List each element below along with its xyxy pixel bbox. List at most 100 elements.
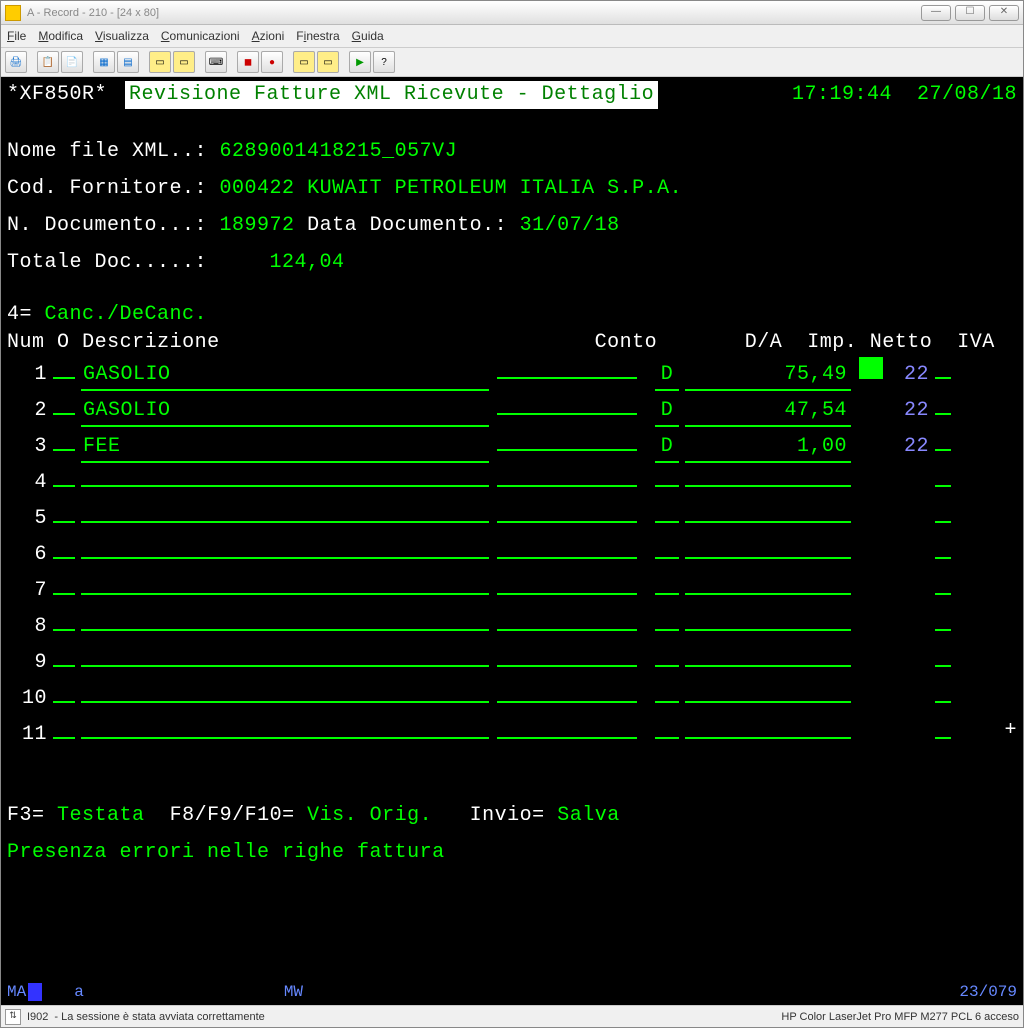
row-c-input[interactable]: [935, 737, 951, 739]
row-iva-box[interactable]: [859, 537, 883, 559]
toolbar-macro2-icon[interactable]: ▭: [317, 51, 339, 73]
row-description-input[interactable]: FEE: [81, 433, 489, 463]
row-conto-input[interactable]: [497, 737, 637, 739]
row-netto-input[interactable]: [685, 485, 851, 487]
toolbar-color-icon[interactable]: ▭: [173, 51, 195, 73]
toolbar-help-icon[interactable]: ?: [373, 51, 395, 73]
row-option-input[interactable]: [53, 593, 75, 595]
row-iva-box[interactable]: [859, 645, 883, 667]
row-description-input[interactable]: [81, 701, 489, 703]
row-conto-input[interactable]: [497, 665, 637, 667]
row-conto-input[interactable]: [497, 593, 637, 595]
maximize-button[interactable]: ☐: [955, 5, 985, 21]
row-description-input[interactable]: [81, 521, 489, 523]
row-c-input[interactable]: [935, 485, 951, 487]
row-netto-input[interactable]: 47,54: [685, 397, 851, 427]
row-c-input[interactable]: [935, 557, 951, 559]
toolbar-display-icon[interactable]: ▭: [149, 51, 171, 73]
row-conto-input[interactable]: [497, 413, 637, 415]
row-da-input[interactable]: [655, 701, 679, 703]
row-c-input[interactable]: [935, 629, 951, 631]
row-iva-box[interactable]: [859, 501, 883, 523]
row-c-input[interactable]: [935, 413, 951, 415]
row-da-input[interactable]: [655, 665, 679, 667]
row-iva-box[interactable]: [859, 393, 883, 415]
menu-finestra[interactable]: Finestra: [296, 29, 339, 43]
row-iva-box[interactable]: [859, 609, 883, 631]
row-da-input[interactable]: D: [655, 397, 679, 427]
menu-guida[interactable]: Guida: [352, 29, 384, 43]
row-da-input[interactable]: [655, 485, 679, 487]
row-netto-input[interactable]: [685, 737, 851, 739]
row-description-input[interactable]: GASOLIO: [81, 361, 489, 391]
row-iva-box[interactable]: [859, 429, 883, 451]
row-da-input[interactable]: [655, 629, 679, 631]
row-option-input[interactable]: [53, 557, 75, 559]
row-description-input[interactable]: [81, 593, 489, 595]
row-conto-input[interactable]: [497, 449, 637, 451]
menu-comunicazioni[interactable]: Comunicazioni: [161, 29, 240, 43]
row-da-input[interactable]: [655, 521, 679, 523]
row-conto-input[interactable]: [497, 521, 637, 523]
row-option-input[interactable]: [53, 485, 75, 487]
row-c-input[interactable]: [935, 665, 951, 667]
row-netto-input[interactable]: [685, 593, 851, 595]
row-description-input[interactable]: [81, 665, 489, 667]
toolbar-macro1-icon[interactable]: ▭: [293, 51, 315, 73]
row-iva-box[interactable]: [859, 573, 883, 595]
row-netto-input[interactable]: 75,49: [685, 361, 851, 391]
menu-modifica[interactable]: Modifica: [38, 29, 83, 43]
row-da-input[interactable]: D: [655, 361, 679, 391]
row-option-input[interactable]: [53, 737, 75, 739]
row-netto-input[interactable]: [685, 521, 851, 523]
toolbar-paste-icon[interactable]: 📄: [61, 51, 83, 73]
row-option-input[interactable]: [53, 377, 75, 379]
row-da-input[interactable]: [655, 737, 679, 739]
row-option-input[interactable]: [53, 665, 75, 667]
row-option-input[interactable]: [53, 449, 75, 451]
row-netto-input[interactable]: 1,00: [685, 433, 851, 463]
row-conto-input[interactable]: [497, 557, 637, 559]
toolbar-record-icon[interactable]: ●: [261, 51, 283, 73]
toolbar-copy-icon[interactable]: 📋: [37, 51, 59, 73]
row-description-input[interactable]: GASOLIO: [81, 397, 489, 427]
row-option-input[interactable]: [53, 629, 75, 631]
close-button[interactable]: ✕: [989, 5, 1019, 21]
row-iva-box[interactable]: [859, 717, 883, 739]
row-c-input[interactable]: [935, 449, 951, 451]
row-conto-input[interactable]: [497, 485, 637, 487]
minimize-button[interactable]: —: [921, 5, 951, 21]
row-conto-input[interactable]: [497, 377, 637, 379]
row-c-input[interactable]: [935, 593, 951, 595]
row-da-input[interactable]: D: [655, 433, 679, 463]
toolbar-remap-icon[interactable]: ⌨: [205, 51, 227, 73]
toolbar-play-icon[interactable]: ▶: [349, 51, 371, 73]
row-netto-input[interactable]: [685, 557, 851, 559]
row-netto-input[interactable]: [685, 665, 851, 667]
row-iva-box[interactable]: [859, 465, 883, 487]
toolbar-print-icon[interactable]: 🖨: [5, 51, 27, 73]
row-option-input[interactable]: [53, 701, 75, 703]
row-option-input[interactable]: [53, 413, 75, 415]
toolbar-receive-icon[interactable]: ▤: [117, 51, 139, 73]
row-conto-input[interactable]: [497, 701, 637, 703]
row-da-input[interactable]: [655, 557, 679, 559]
row-description-input[interactable]: [81, 629, 489, 631]
menu-file[interactable]: File: [7, 29, 26, 43]
row-da-input[interactable]: [655, 593, 679, 595]
menu-visualizza[interactable]: Visualizza: [95, 29, 149, 43]
row-c-input[interactable]: [935, 701, 951, 703]
row-netto-input[interactable]: [685, 629, 851, 631]
row-netto-input[interactable]: [685, 701, 851, 703]
row-description-input[interactable]: [81, 485, 489, 487]
toolbar-send-icon[interactable]: ▦: [93, 51, 115, 73]
row-description-input[interactable]: [81, 737, 489, 739]
row-iva-box[interactable]: [859, 681, 883, 703]
row-c-input[interactable]: [935, 377, 951, 379]
row-c-input[interactable]: [935, 521, 951, 523]
row-option-input[interactable]: [53, 521, 75, 523]
row-conto-input[interactable]: [497, 629, 637, 631]
toolbar-stop-icon[interactable]: ◼: [237, 51, 259, 73]
row-description-input[interactable]: [81, 557, 489, 559]
menu-azioni[interactable]: Azioni: [252, 29, 285, 43]
